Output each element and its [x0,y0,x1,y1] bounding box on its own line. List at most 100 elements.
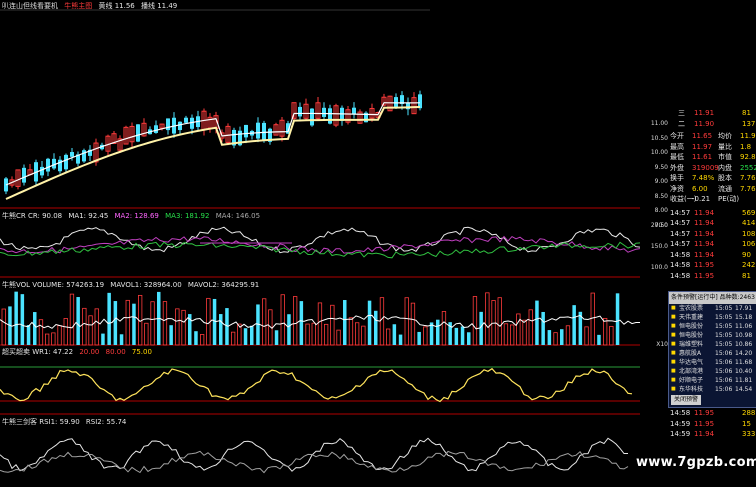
volume-bar [528,309,533,346]
trade-tick-row[interactable]: 14:57 11.94 569 [670,208,756,219]
vol-title: 牛熊VOL VOLUME: 574263.19 [2,281,105,289]
trade-time: 14:57 [670,208,691,217]
volume-bar [467,332,471,345]
main-indicator-name: 牛熊主图 [64,2,93,10]
volume-bar [441,311,447,346]
volume-bar [565,325,571,346]
order-label: 二 [678,119,685,128]
stat-key: 市值 [718,153,732,161]
alert-item[interactable]: ■ 恒电股份 15:05 10.98 [669,331,756,340]
stat-value: 1.8 [740,142,752,151]
stat-value: 2552 [740,163,756,172]
volume-bar [398,334,403,345]
trade-tick-row[interactable]: 14:58 11.94 90 [670,250,756,261]
alert-item-icon: ■ [671,368,676,374]
alert-item[interactable]: ■ 华达电气 15:06 11.68 [669,358,756,367]
vol-header: 牛熊VOL VOLUME: 574263.19 MAVOL1: 328964.0… [2,280,263,290]
trade-volume: 15 [742,419,751,428]
trade-tick-row[interactable]: 14:58 11.95 288 [670,408,756,419]
alert-list[interactable]: ■ 宝农股票 15:05 17.91 ■ 天伟重建 15:05 15.18 ■ 恒电股份 15:05… [669,304,756,394]
close-alert-button[interactable]: 关闭预警 [671,395,702,405]
alert-item[interactable]: ■ 恒电股份 15:05 11.06 [669,322,756,331]
trade-price: 11.94 [694,250,715,259]
volume-bar [572,305,576,345]
stat-value: 7.76 [740,174,756,182]
trade-price: 11.94 [694,229,715,238]
wr-field-3: 75.00 [131,348,152,356]
cr-ma2: MA2: 128.69 [114,212,159,220]
volume-bar [454,327,459,345]
cr-ma1: MA1: 92.45 [68,212,109,220]
main-field-1: 黄线 11.56 [98,2,135,10]
volume-bar [336,329,341,346]
candle-body [82,150,86,162]
candle-body [298,106,302,117]
volume-bar [94,308,99,346]
trade-tick-row[interactable]: 14:59 11.94 333 [670,429,756,440]
volume-bar [367,300,372,345]
trade-ticks[interactable]: 14:57 11.94 569 14:57 11.94 414 14:57 11.94 108 1… [670,208,756,282]
stat-key: 量比 [718,142,732,151]
price-scale-label: 11.00 [650,120,668,127]
volume-bar [82,307,87,346]
main-field-2: 播线 11.49 [140,2,178,10]
candle-body [352,107,356,114]
alert-item[interactable]: ■ 东华科技 15:06 14.54 [669,385,756,394]
volume-bar [125,299,130,346]
volume-bar [603,317,608,346]
alert-item[interactable]: ■ 宝农股票 15:05 17.91 [669,304,756,313]
volume-bar [535,300,539,345]
trade-volume: 242 [742,261,756,270]
volume-bar [404,297,409,346]
volume-bar [194,331,198,345]
volume-bar [280,294,285,346]
stats-row: 净资 6.00 流通 7.76 [670,184,756,195]
candle-body [166,118,170,131]
trade-ticks-lower[interactable]: 14:58 11.95 288 14:59 11.95 15 14:59 11.94 333 [670,408,756,440]
candle-body [70,152,74,157]
trade-volume: 569 [742,208,756,217]
condition-alert-popup[interactable]: 条件预警[运行中] 品种数:2463 预 ■ 宝农股票 15:05 17.91 ■ 天伟重… [668,291,756,408]
volume-bar [144,322,149,346]
trade-price: 11.94 [694,240,715,249]
alert-item[interactable]: ■ 好顺电子 15:06 11.81 [669,376,756,385]
cr-scale-label: 150.0 [650,243,668,250]
alert-value: 15.18 [735,314,753,321]
trade-tick-row[interactable]: 14:57 11.94 106 [670,239,756,250]
alert-stock-name: 瑞维塑料 [679,341,704,348]
volume-bar [243,328,248,345]
alert-time: 15:05 [715,323,733,330]
volume-bar [181,309,186,346]
alert-item[interactable]: ■ 北部湾港 15:06 10.40 [669,367,756,376]
alert-time: 15:06 [715,377,733,384]
volume-bar [584,326,589,346]
alert-item[interactable]: ■ 天伟重建 15:05 15.18 [669,313,756,322]
volume-bar [51,332,56,346]
alert-item[interactable]: ■ 惠航股A 15:06 14.20 [669,349,756,358]
alert-time: 15:05 [715,314,733,321]
trade-tick-row[interactable]: 14:57 11.94 108 [670,229,756,240]
trade-price: 11.95 [694,419,715,428]
trade-tick-row[interactable]: 14:58 11.95 242 [670,260,756,271]
candle-body [178,121,182,131]
trade-time: 14:58 [670,272,691,281]
alert-stock-name: 恒电股份 [679,332,704,339]
volume-bar [57,325,62,346]
volume-bar [410,302,416,346]
popup-title[interactable]: 条件预警[运行中] 品种数:2463 预 [669,292,756,304]
trade-volume: 288 [742,409,756,417]
volume-bar [250,325,254,345]
trade-tick-row[interactable]: 14:58 11.95 81 [670,271,756,282]
stat-key: PE(动) [718,195,740,203]
volume-bar [590,292,595,346]
order-book: 三 11.91 81 二 11.90 137 [670,108,756,129]
chart-area[interactable] [0,0,640,487]
volume-bar [323,323,329,346]
stat-value: 7.76 [740,184,756,193]
price-scale-label: 8.00 [654,207,668,214]
alert-item[interactable]: ■ 瑞维塑料 15:05 10.86 [669,340,756,349]
trade-tick-row[interactable]: 14:57 11.94 414 [670,218,756,229]
candle-body [322,107,326,117]
stat-value: 11.61 [692,153,713,161]
trade-tick-row[interactable]: 14:59 11.95 15 [670,419,756,430]
